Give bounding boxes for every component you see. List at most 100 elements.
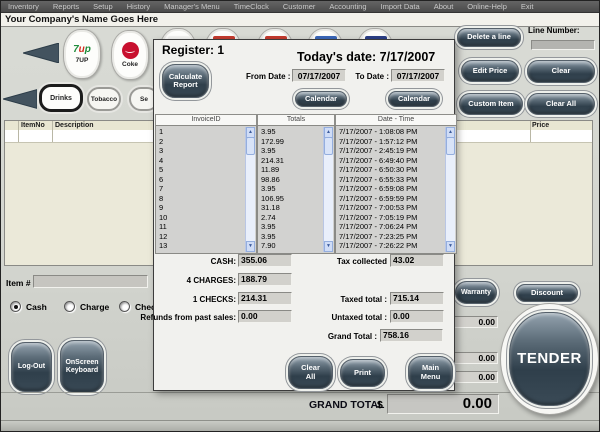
datetime-list-row[interactable]: 7/17/2007 - 6:59:59 PM	[337, 194, 445, 204]
totals-list-row[interactable]: 11.89	[259, 165, 323, 175]
invoice-list-row[interactable]: 11	[157, 222, 245, 232]
invoice-scrollbar[interactable]: ▲ ▼	[245, 127, 255, 252]
calculate-report-button[interactable]: Calculate Report	[162, 64, 209, 98]
datetime-list-row[interactable]: 7/17/2007 - 2:45:19 PM	[337, 146, 445, 156]
datetime-list-row[interactable]: 7/17/2007 - 6:59:08 PM	[337, 184, 445, 194]
totals-list-row[interactable]: 3.95	[259, 146, 323, 156]
cash-label: CASH:	[210, 257, 236, 266]
scroll-down-icon[interactable]: ▼	[246, 241, 255, 252]
dialog-clear-all-button[interactable]: Clear All	[288, 356, 333, 389]
datetime-list-row[interactable]: 7/17/2007 - 6:50:30 PM	[337, 165, 445, 175]
menu-item-inventory[interactable]: Inventory	[1, 2, 46, 11]
delete-line-button[interactable]: Delete a line	[457, 28, 521, 47]
menu-item-history[interactable]: History	[120, 2, 157, 11]
sale-table-empty-row-right[interactable]	[454, 130, 592, 143]
totals-list-row[interactable]: 214.31	[259, 156, 323, 166]
menu-item-reports[interactable]: Reports	[46, 2, 86, 11]
refunds-value: 0.00	[238, 310, 292, 323]
radio-cash[interactable]	[10, 301, 21, 312]
column-itemno: ItemNo	[21, 122, 45, 129]
radio-charge[interactable]	[64, 301, 75, 312]
radio-check[interactable]	[119, 301, 130, 312]
totals-scrollbar[interactable]: ▲ ▼	[323, 127, 333, 252]
menu-bar: Inventory Reports Setup History Manager's Me…	[1, 1, 599, 13]
totals-list-row[interactable]: 3.95	[259, 232, 323, 242]
menu-item-customer[interactable]: Customer	[276, 2, 323, 11]
menu-item-import-data[interactable]: Import Data	[374, 2, 427, 11]
product-button-7up[interactable]: 7up 7UP	[63, 29, 101, 79]
menu-item-online-help[interactable]: Online-Help	[460, 2, 514, 11]
datetime-list-row[interactable]: 7/17/2007 - 6:55:33 PM	[337, 175, 445, 185]
logout-button[interactable]: Log-Out	[11, 342, 52, 392]
menu-item-manager-s-menu[interactable]: Manager's Menu	[157, 2, 227, 11]
invoice-list-row[interactable]: 13	[157, 241, 245, 251]
scroll-left-products-icon[interactable]	[23, 43, 59, 63]
totals-list-row[interactable]: 31.18	[259, 203, 323, 213]
onscreen-keyboard-button[interactable]: OnScreen Keyboard	[60, 340, 104, 393]
invoice-list-row[interactable]: 4	[157, 156, 245, 166]
edit-price-button[interactable]: Edit Price	[461, 60, 519, 82]
dialog-print-button[interactable]: Print	[340, 359, 385, 387]
totals-list-row[interactable]: 172.99	[259, 137, 323, 147]
datetime-list-row[interactable]: 7/17/2007 - 7:26:22 PM	[337, 241, 445, 251]
datetime-list-row[interactable]: 7/17/2007 - 7:06:24 PM	[337, 222, 445, 232]
totals-list-row[interactable]: 106.95	[259, 194, 323, 204]
warranty-button[interactable]: Warranty	[455, 281, 497, 304]
totals-list-row[interactable]: 3.95	[259, 127, 323, 137]
checks-label: 1 CHECKS:	[192, 295, 236, 304]
invoice-list-row[interactable]: 1	[157, 127, 245, 137]
invoice-list-row[interactable]: 8	[157, 194, 245, 204]
from-date-input[interactable]	[292, 69, 346, 82]
scroll-down-icon[interactable]: ▼	[324, 241, 333, 252]
datetime-list-row[interactable]: 7/17/2007 - 1:08:08 PM	[337, 127, 445, 137]
invoice-list-row[interactable]: 12	[157, 232, 245, 242]
scroll-down-icon[interactable]: ▼	[446, 241, 455, 252]
scroll-left-tabs-icon[interactable]	[3, 89, 37, 109]
datetime-list[interactable]: 7/17/2007 - 1:08:08 PM 7/17/2007 - 1:57:1…	[335, 125, 457, 254]
invoice-list-row[interactable]: 7	[157, 184, 245, 194]
totals-list-row[interactable]: 3.95	[259, 222, 323, 232]
totals-list-row[interactable]: 3.95	[259, 184, 323, 194]
radio-charge-label: Charge	[80, 302, 110, 312]
checks-value: 214.31	[238, 292, 292, 305]
datetime-list-row[interactable]: 7/17/2007 - 1:57:12 PM	[337, 137, 445, 147]
tab-tobacco[interactable]: Tobacco	[87, 87, 121, 111]
invoice-list[interactable]: 1 2 3 4 5 6 7 8 9 10 11 12 13 ▲ ▼	[155, 125, 257, 254]
invoice-list-row[interactable]: 2	[157, 137, 245, 147]
to-date-input[interactable]	[391, 69, 445, 82]
menu-item-accounting[interactable]: Accounting	[322, 2, 373, 11]
datetime-list-row[interactable]: 7/17/2007 - 6:49:40 PM	[337, 156, 445, 166]
invoice-list-row[interactable]: 6	[157, 175, 245, 185]
totals-list-row[interactable]: 7.90	[259, 241, 323, 251]
invoice-list-row[interactable]: 10	[157, 213, 245, 223]
product-button-coke[interactable]: Coke	[111, 30, 149, 80]
tab-drinks[interactable]: Drinks	[39, 84, 83, 112]
clear-all-button[interactable]: Clear All	[527, 93, 595, 115]
custom-item-button[interactable]: Custom Item	[459, 93, 523, 115]
item-number-input[interactable]	[33, 275, 148, 288]
dialog-main-menu-button[interactable]: Main Menu	[408, 356, 453, 389]
todays-date-label: Today's date: 7/17/2007	[297, 50, 436, 64]
calendar-from-button[interactable]: Calendar	[295, 91, 347, 107]
menu-item-exit[interactable]: Exit	[514, 2, 541, 11]
menu-item-setup[interactable]: Setup	[86, 2, 120, 11]
menu-item-timeclock[interactable]: TimeClock	[227, 2, 276, 11]
invoice-list-row[interactable]: 3	[157, 146, 245, 156]
tender-button[interactable]: TENDER	[509, 312, 590, 406]
datetime-scrollbar[interactable]: ▲ ▼	[445, 127, 455, 252]
clear-button[interactable]: Clear	[527, 60, 595, 83]
invoice-list-row[interactable]: 9	[157, 203, 245, 213]
menu-item-about[interactable]: About	[427, 2, 461, 11]
totals-list[interactable]: 3.95 172.99 3.95 214.31 11.89 98.86 3.95 106.95…	[257, 125, 335, 254]
sale-table-empty-row[interactable]	[5, 130, 155, 143]
product-label: 7UP	[75, 57, 89, 64]
calendar-to-button[interactable]: Calendar	[388, 91, 440, 107]
datetime-list-row[interactable]: 7/17/2007 - 7:23:25 PM	[337, 232, 445, 242]
datetime-list-row[interactable]: 7/17/2007 - 7:00:53 PM	[337, 203, 445, 213]
totals-list-row[interactable]: 2.74	[259, 213, 323, 223]
line-number-input[interactable]	[531, 40, 595, 50]
datetime-list-row[interactable]: 7/17/2007 - 7:05:19 PM	[337, 213, 445, 223]
invoice-list-row[interactable]: 5	[157, 165, 245, 175]
discount-button[interactable]: Discount	[516, 284, 578, 302]
totals-list-row[interactable]: 98.86	[259, 175, 323, 185]
